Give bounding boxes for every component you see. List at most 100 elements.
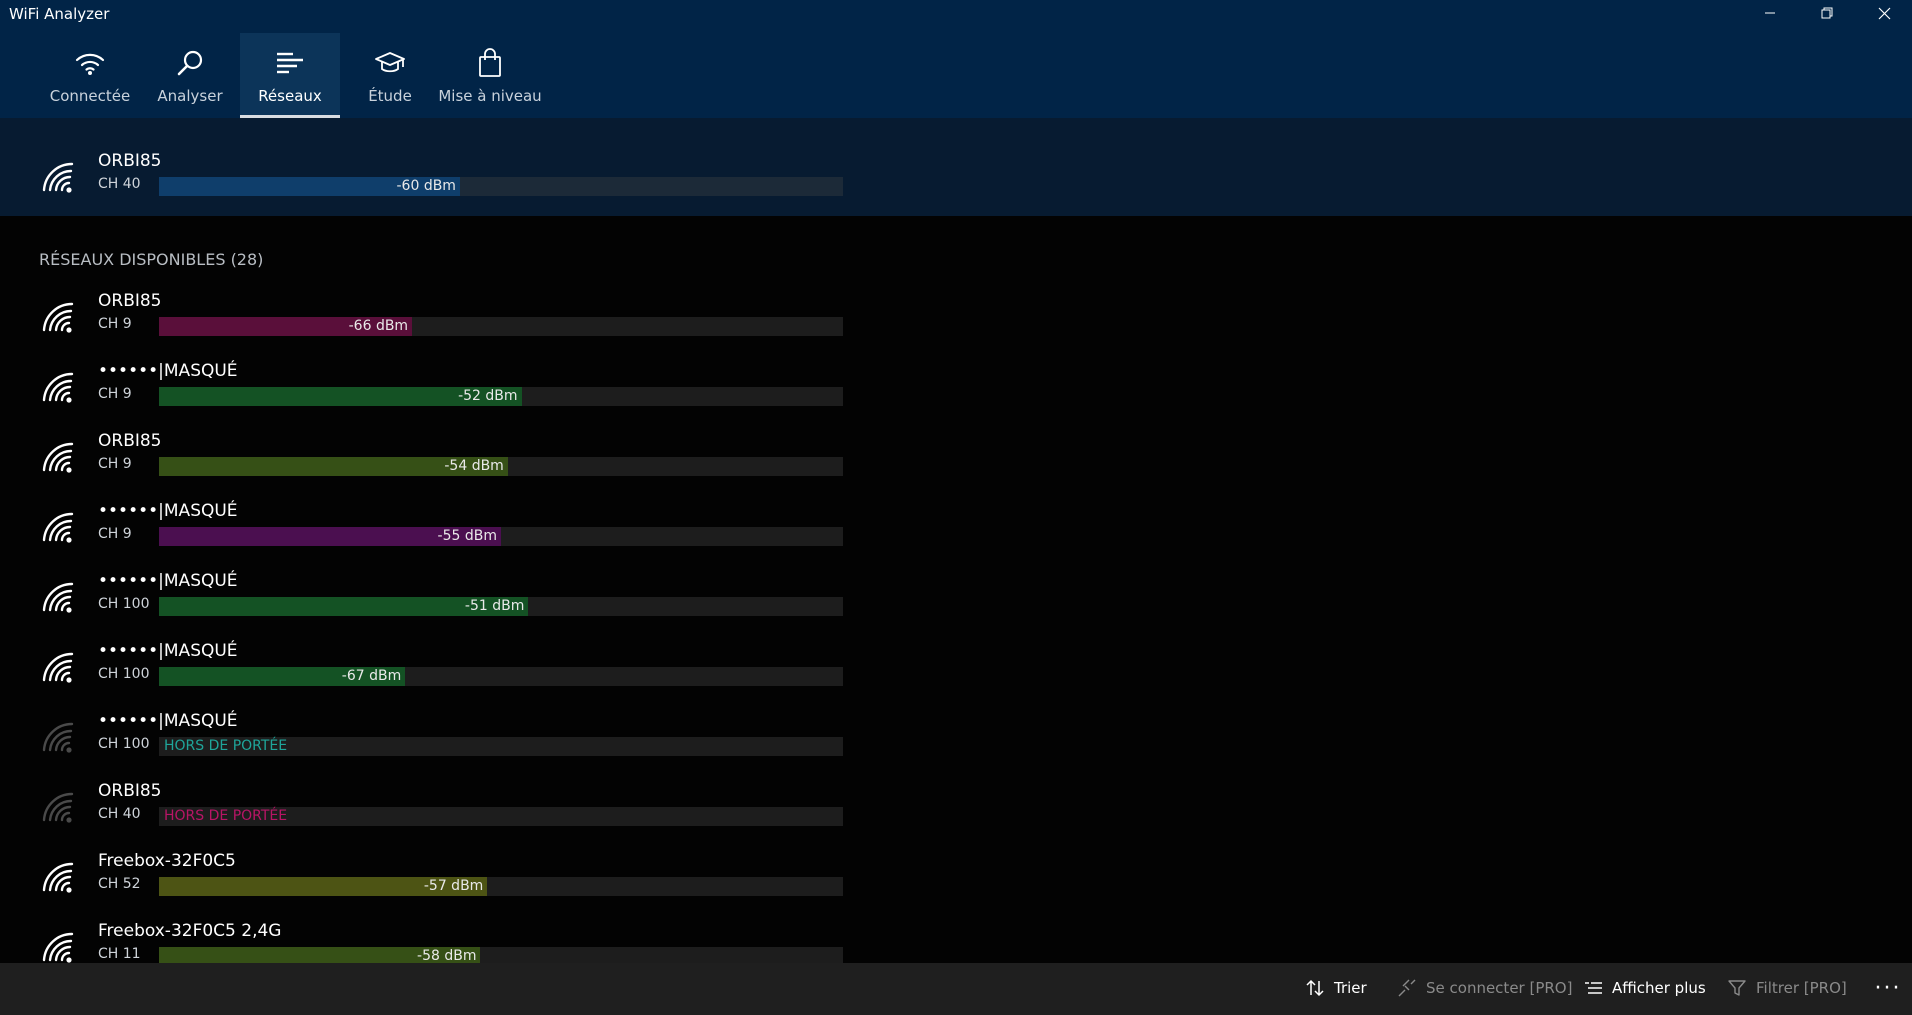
signal-bar: -58 dBm (159, 947, 843, 963)
network-channel: CH 52 (98, 876, 141, 892)
network-channel: CH 100 (98, 596, 150, 612)
network-row[interactable]: Freebox-32F0C5 2,4G CH 11 -58 dBm (0, 918, 860, 963)
signal-bar: -55 dBm (159, 527, 843, 546)
network-row[interactable]: ••••••|MASQUÉ CH 100 HORS DE PORTÉE (0, 708, 860, 770)
connect-button[interactable]: Se connecter [PRO] (1396, 963, 1572, 1013)
network-channel: CH 40 (98, 806, 141, 822)
connected-network[interactable]: ORBI85 CH 40 -60 dBm (0, 148, 860, 210)
network-row[interactable]: Freebox-32F0C5 CH 52 -57 dBm (0, 848, 860, 910)
signal-bar: -57 dBm (159, 877, 843, 896)
signal-strength: -67 dBm (341, 668, 402, 684)
list-more-icon (1582, 977, 1604, 999)
connected-network-panel: ORBI85 CH 40 -60 dBm (0, 118, 1912, 216)
network-channel: CH 9 (98, 526, 132, 542)
out-of-range-label: HORS DE PORTÉE (164, 808, 288, 824)
show-more-button[interactable]: Afficher plus (1582, 963, 1706, 1013)
signal-bar-fill: -54 dBm (159, 457, 508, 476)
tab-connectee[interactable]: Connectée (40, 33, 140, 118)
out-of-range-label: HORS DE PORTÉE (164, 738, 288, 754)
signal-bar-fill: -66 dBm (159, 317, 413, 336)
filter-label: Filtrer [PRO] (1756, 979, 1847, 997)
minimize-icon (1765, 12, 1775, 14)
signal-bar: -67 dBm (159, 667, 843, 686)
network-row[interactable]: ORBI85 CH 40 HORS DE PORTÉE (0, 778, 860, 840)
wifi-signal-icon (42, 162, 74, 193)
tab-label: Mise à niveau (438, 87, 542, 105)
network-channel: CH 9 (98, 316, 132, 332)
network-channel: CH 9 (98, 456, 132, 472)
signal-bar: -51 dBm (159, 597, 843, 616)
more-options-button[interactable]: ··· (1864, 963, 1912, 1013)
tab-analyser[interactable]: Analyser (140, 33, 240, 118)
wifi-signal-icon (42, 932, 74, 963)
network-ssid: ORBI85 (98, 431, 162, 451)
filter-button[interactable]: Filtrer [PRO] (1726, 963, 1847, 1013)
close-button[interactable] (1856, 0, 1912, 26)
tab-label: Étude (368, 87, 412, 105)
tab-mise-a-niveau[interactable]: Mise à niveau (438, 33, 542, 118)
wifi-signal-icon (42, 652, 74, 683)
network-ssid: ••••••|MASQUÉ (98, 361, 238, 381)
app-header: WiFi Analyzer Connectée Analyser Réseaux (0, 0, 1912, 118)
wifi-signal-icon (42, 302, 74, 333)
tab-reseaux[interactable]: Réseaux (240, 33, 340, 118)
section-title: RÉSEAUX DISPONIBLES (28) (39, 250, 264, 269)
filter-icon (1726, 977, 1748, 999)
network-row[interactable]: ••••••|MASQUÉ CH 9 -55 dBm (0, 498, 860, 560)
tab-label: Réseaux (258, 87, 322, 105)
network-row[interactable]: ••••••|MASQUÉ CH 9 -52 dBm (0, 358, 860, 420)
signal-bar-fill: -67 dBm (159, 667, 406, 686)
tab-label: Analyser (157, 87, 223, 105)
signal-bar-fill: -58 dBm (159, 947, 481, 963)
graduation-cap-icon (372, 47, 408, 79)
network-row[interactable]: ••••••|MASQUÉ CH 100 -51 dBm (0, 568, 860, 630)
network-row[interactable]: ORBI85 CH 9 -54 dBm (0, 428, 860, 490)
network-ssid: ••••••|MASQUÉ (98, 711, 238, 731)
signal-bar-fill: -57 dBm (159, 877, 488, 896)
signal-bar: HORS DE PORTÉE (159, 737, 843, 756)
wifi-signal-icon (42, 862, 74, 893)
signal-strength: -55 dBm (437, 528, 497, 544)
restore-icon (1821, 7, 1833, 19)
network-channel: CH 11 (98, 946, 141, 962)
network-ssid: Freebox-32F0C5 (98, 851, 236, 871)
list-icon (272, 47, 308, 79)
close-icon (1878, 7, 1890, 19)
signal-strength: -54 dBm (444, 458, 504, 474)
network-channel: CH 100 (98, 736, 150, 752)
signal-strength: -60 dBm (396, 178, 456, 194)
magnifier-icon (172, 47, 208, 79)
wifi-signal-icon (42, 442, 74, 473)
signal-bar: -60 dBm (159, 177, 843, 196)
show-more-label: Afficher plus (1612, 979, 1706, 997)
sort-icon (1304, 977, 1326, 999)
signal-bar: -54 dBm (159, 457, 843, 476)
wifi-signal-icon (42, 372, 74, 403)
wifi-icon (72, 47, 108, 79)
network-ssid: ORBI85 (98, 781, 162, 801)
command-bar: Trier Se connecter [PRO] Afficher plus F… (0, 963, 1912, 1015)
network-row[interactable]: ••••••|MASQUÉ CH 100 -67 dBm (0, 638, 860, 700)
signal-bar-fill: -52 dBm (159, 387, 522, 406)
signal-strength: -58 dBm (417, 948, 477, 963)
shopping-bag-icon (472, 47, 508, 79)
minimize-button[interactable] (1742, 0, 1798, 26)
restore-button[interactable] (1799, 0, 1855, 26)
network-channel: CH 40 (98, 176, 141, 192)
network-row[interactable]: ORBI85 CH 9 -66 dBm (0, 288, 860, 350)
sort-button[interactable]: Trier (1304, 963, 1367, 1013)
signal-bar: -66 dBm (159, 317, 843, 336)
wifi-signal-icon (42, 512, 74, 543)
network-ssid: ••••••|MASQUÉ (98, 641, 238, 661)
tab-label: Connectée (49, 87, 131, 105)
signal-bar: HORS DE PORTÉE (159, 807, 843, 826)
wifi-signal-icon (42, 722, 74, 753)
connect-label: Se connecter [PRO] (1426, 979, 1573, 997)
tab-etude[interactable]: Étude (340, 33, 440, 118)
app-title: WiFi Analyzer (9, 5, 110, 23)
signal-bar-fill: -55 dBm (159, 527, 501, 546)
signal-bar-fill: -51 dBm (159, 597, 529, 616)
wifi-signal-icon (42, 792, 74, 823)
network-channel: CH 9 (98, 386, 132, 402)
connect-icon (1396, 977, 1418, 999)
